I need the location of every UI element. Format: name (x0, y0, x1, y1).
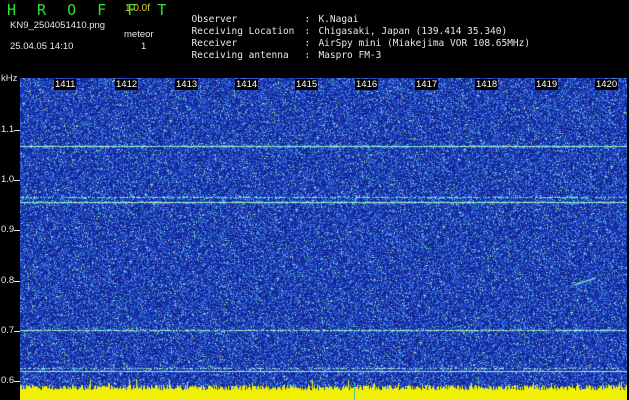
x-tick-label: 1420 (595, 79, 619, 90)
y-tick-label: 1.1 (1, 124, 15, 135)
x-tick-label: 1418 (475, 79, 499, 90)
info-value: Maspro FM-3 (318, 50, 382, 61)
y-tick-label: 0.9 (1, 224, 15, 235)
file-name: KN9_2504051410.png (10, 20, 106, 31)
x-tick-label: 1415 (295, 79, 319, 90)
x-tick-label: 1411 (54, 79, 77, 90)
y-tick-label: 1.0 (1, 174, 15, 185)
timestamp: 25.04.05 14:10 (10, 41, 74, 52)
info-key: Receiving antenna (191, 50, 289, 61)
meteor-label: meteor (124, 29, 154, 40)
x-tick-label: 1413 (175, 79, 199, 90)
x-tick-label: 1412 (115, 79, 139, 90)
spectrogram-canvas (20, 78, 627, 400)
y-axis-unit: kHz (1, 73, 18, 84)
y-tick-label: 0.6 (1, 375, 15, 386)
info-separator: : (304, 50, 311, 61)
meteor-count: 1 (141, 41, 147, 52)
x-tick-label: 1416 (355, 79, 379, 90)
x-tick-label: 1414 (235, 79, 259, 90)
info-row-antenna: Receiving antenna: Maspro FM-3 (180, 39, 381, 61)
y-tick-label: 0.7 (1, 325, 15, 336)
x-tick-label: 1417 (415, 79, 439, 90)
y-tick-label: 0.8 (1, 275, 15, 286)
app-version: 1.0.0f (125, 3, 151, 14)
x-tick-label: 1419 (535, 79, 559, 90)
